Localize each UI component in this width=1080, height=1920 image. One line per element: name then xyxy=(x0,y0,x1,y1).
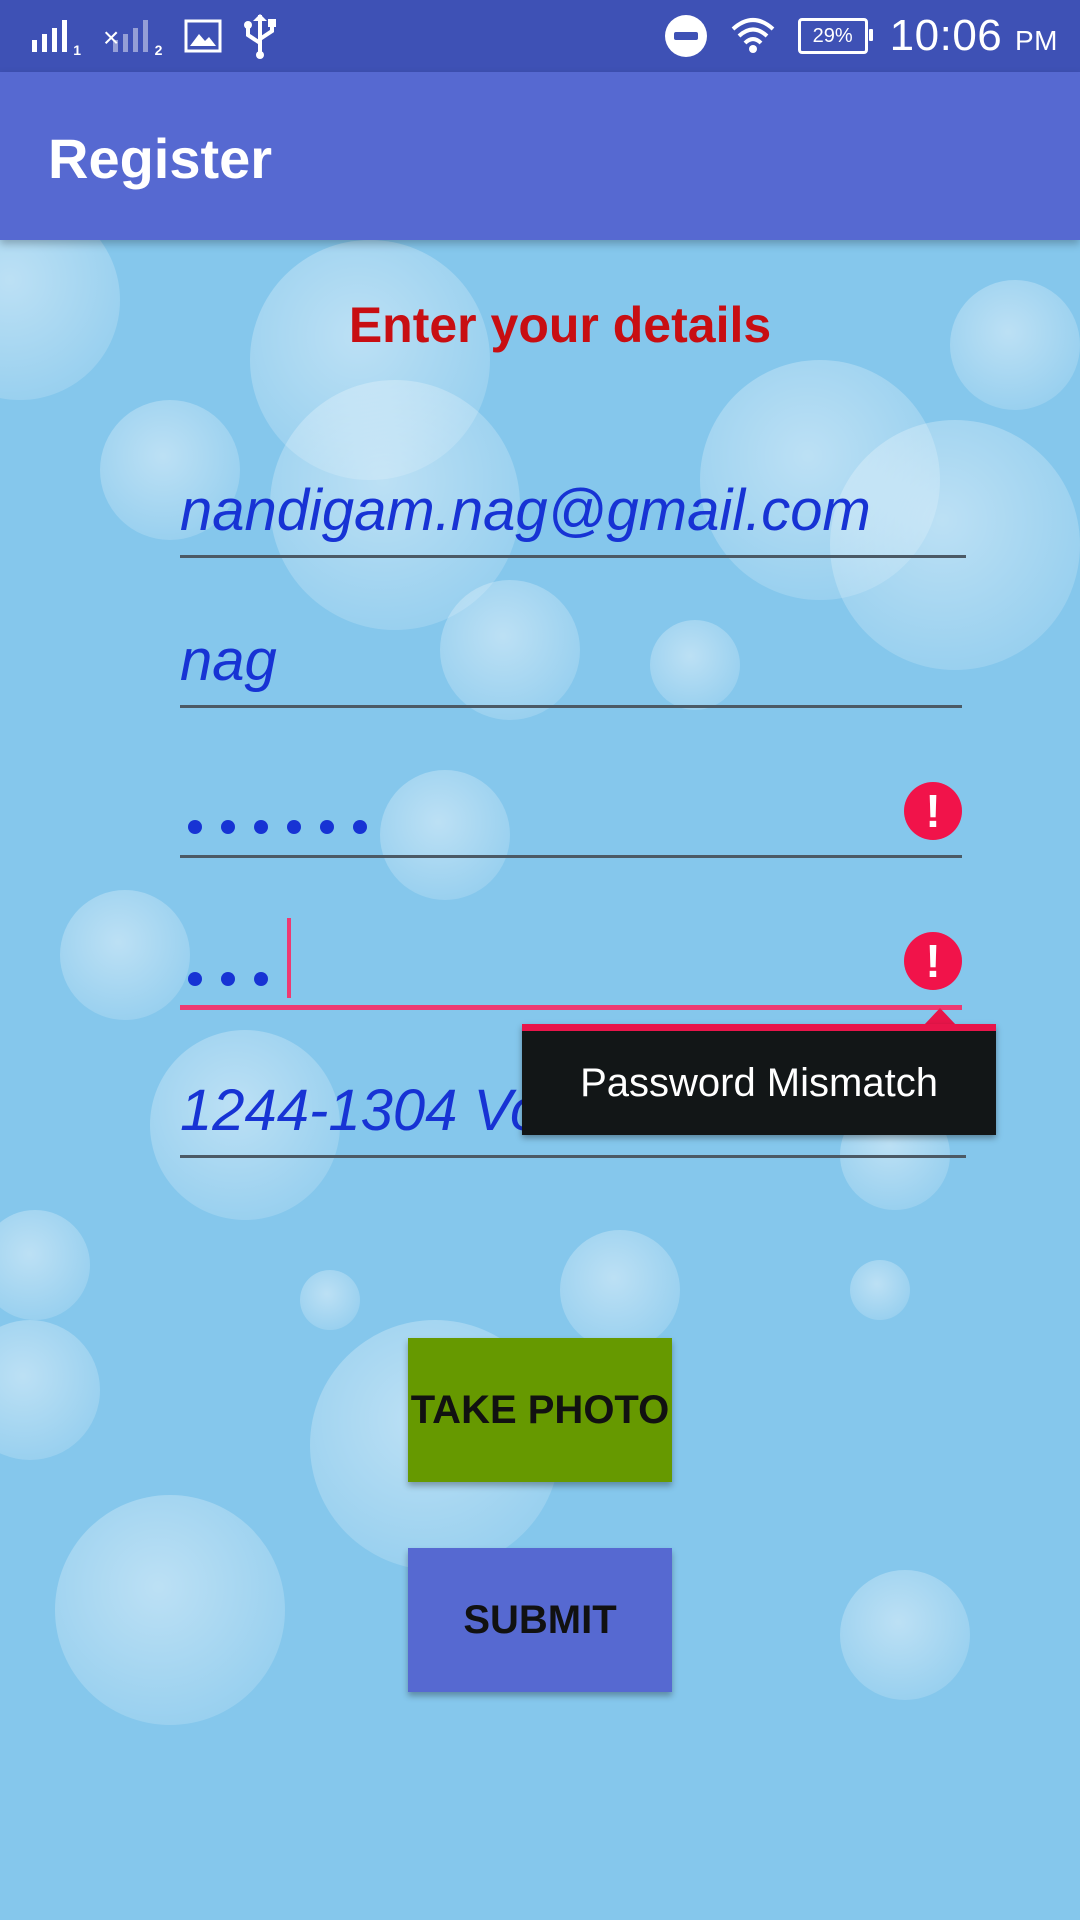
signal-icon: 1 xyxy=(32,20,81,58)
take-photo-label: TAKE PHOTO xyxy=(410,1387,670,1432)
name-value: nag xyxy=(180,628,277,693)
password-dot xyxy=(254,820,268,834)
no-signal-icon: × 2 xyxy=(103,20,163,58)
password-dot xyxy=(287,820,301,834)
password-dot xyxy=(221,820,235,834)
password-field[interactable]: ! xyxy=(180,770,962,858)
form-heading: Enter your details xyxy=(348,297,772,353)
name-field[interactable]: nag xyxy=(180,620,962,708)
email-field[interactable]: nandigam.nag@gmail.com xyxy=(180,470,966,558)
tooltip-arrow xyxy=(924,1008,956,1025)
take-photo-button[interactable]: TAKE PHOTO xyxy=(408,1338,672,1482)
submit-button[interactable]: SUBMIT xyxy=(408,1548,672,1692)
confirm-password-dots xyxy=(188,972,268,986)
password-dots xyxy=(188,820,367,834)
password-dot xyxy=(188,820,202,834)
confirm-password-underline xyxy=(180,1005,962,1010)
password-dot xyxy=(254,972,268,986)
email-value: nandigam.nag@gmail.com xyxy=(180,478,871,543)
error-tooltip: Password Mismatch xyxy=(522,1024,996,1135)
name-underline xyxy=(180,705,962,708)
password-dot xyxy=(221,972,235,986)
submit-label: SUBMIT xyxy=(463,1597,617,1642)
confirm-password-field[interactable]: ! xyxy=(180,918,962,1010)
password-underline xyxy=(180,855,962,858)
error-icon: ! xyxy=(904,782,962,840)
usb-icon xyxy=(244,14,277,59)
battery-level: 29% xyxy=(812,24,853,47)
address-underline xyxy=(180,1155,966,1158)
password-dot xyxy=(188,972,202,986)
error-icon: ! xyxy=(904,932,962,990)
image-icon xyxy=(184,19,222,53)
status-right-icons: 29% 10:06 PM xyxy=(664,8,1058,64)
page-title: Register xyxy=(48,127,273,190)
error-message: Password Mismatch xyxy=(580,1060,938,1105)
status-left-icons: 1 × 2 xyxy=(32,12,280,60)
do-not-disturb-icon xyxy=(664,15,707,57)
password-dot xyxy=(353,820,367,834)
app-bar: Register xyxy=(0,72,1080,240)
clock-time: 10:06 xyxy=(889,11,1003,60)
clock-ampm: PM xyxy=(1015,25,1058,56)
status-bar: 1 × 2 29% 10:06 PM xyxy=(0,0,1080,72)
email-underline xyxy=(180,555,966,558)
password-dot xyxy=(320,820,334,834)
battery-icon: 29% xyxy=(797,18,873,54)
text-cursor xyxy=(287,918,291,998)
wifi-icon xyxy=(731,18,774,53)
clock: 10:06 PM xyxy=(890,11,1058,61)
